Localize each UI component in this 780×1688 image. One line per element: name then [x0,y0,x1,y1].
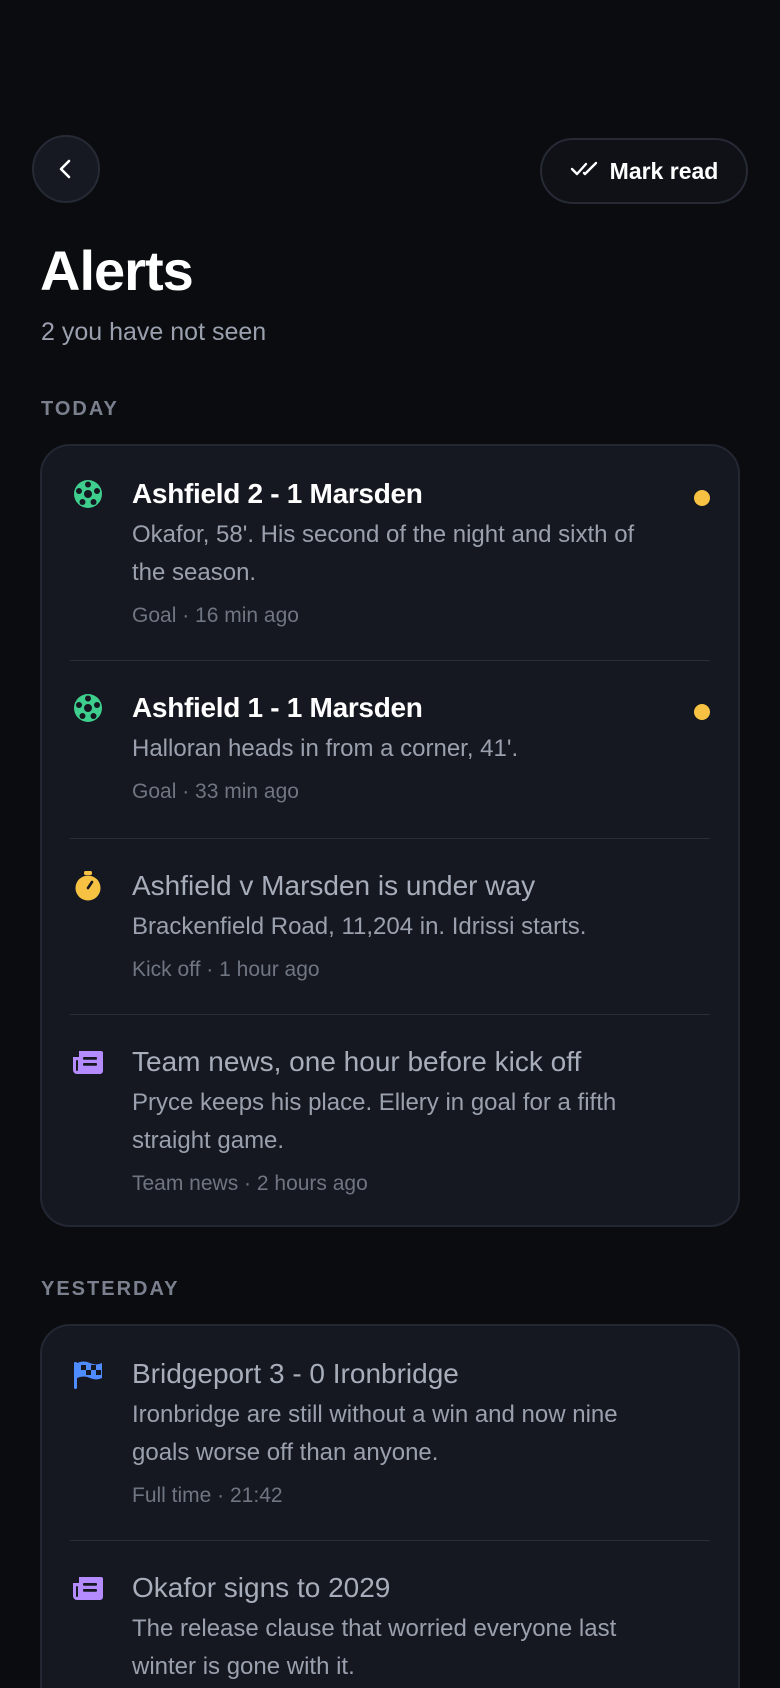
alerts-card-today: Ashfield 2 - 1 Marsden Okafor, 58'. His … [40,444,740,1227]
mark-read-button[interactable]: Mark read [540,138,748,204]
double-check-icon [570,159,600,184]
stopwatch-icon [72,870,104,902]
newspaper-icon [72,1048,104,1080]
alert-item[interactable]: Okafor signs to 2029 The release clause … [42,1540,738,1688]
alerts-screen: Mark read Alerts 2 you have not seen TOD… [0,0,780,1688]
unread-indicator [694,490,710,506]
alert-title: Okafor signs to 2029 [132,1572,391,1603]
unread-indicator [694,704,710,720]
alert-item[interactable]: Ashfield 2 - 1 Marsden Okafor, 58'. His … [42,446,738,660]
alert-title: Team news, one hour before kick off [132,1046,582,1077]
alert-body: The release clause that worried everyone… [132,1615,617,1680]
chevron-left-icon [54,157,78,181]
newspaper-icon [72,1574,104,1606]
section-label-today: TODAY [41,398,119,420]
alert-body: Pryce keeps his place. Ellery in goal fo… [132,1089,617,1154]
section-label-yesterday: YESTERDAY [41,1278,180,1300]
mark-read-label: Mark read [609,157,719,184]
alert-body: Halloran heads in from a corner, 41'. [132,735,519,762]
alert-item[interactable]: Team news, one hour before kick off Pryc… [42,1014,738,1225]
alert-title: Ashfield 1 - 1 Marsden [132,692,423,723]
alert-item[interactable]: Ashfield 1 - 1 Marsden Halloran heads in… [42,660,738,838]
alert-meta: Kick off · 1 hour ago [132,958,320,981]
alert-title: Ashfield 2 - 1 Marsden [132,478,423,509]
alert-item[interactable]: Ashfield v Marsden is under way Brackenf… [42,838,738,1014]
page-title: Alerts [40,239,194,302]
alert-meta: Full time · 21:42 [132,1484,283,1507]
alert-body: Brackenfield Road, 11,204 in. Idrissi st… [132,913,587,940]
alert-title: Ashfield v Marsden is under way [132,870,536,901]
football-icon [72,478,104,510]
alert-item[interactable]: Bridgeport 3 - 0 Ironbridge Ironbridge a… [42,1326,738,1540]
alert-body: Ironbridge are still without a win and n… [132,1401,618,1466]
checkered-flag-icon [72,1360,104,1392]
back-button[interactable] [32,135,100,203]
alert-meta: Team news · 2 hours ago [132,1172,368,1195]
alert-title: Bridgeport 3 - 0 Ironbridge [132,1358,459,1389]
alert-body: Okafor, 58'. His second of the night and… [132,521,635,586]
football-icon [72,692,104,724]
alert-meta: Goal · 16 min ago [132,604,299,627]
alert-meta: Goal · 33 min ago [132,780,299,803]
alerts-card-yesterday: Bridgeport 3 - 0 Ironbridge Ironbridge a… [40,1324,740,1688]
page-subtitle: 2 you have not seen [41,318,267,346]
